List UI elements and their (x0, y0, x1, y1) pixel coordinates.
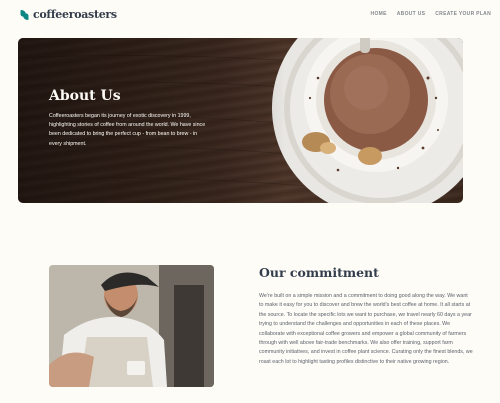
logo[interactable]: coffeeroasters (19, 8, 117, 21)
page-title: About Us (49, 88, 121, 104)
site-header: coffeeroasters HOME ABOUT US CREATE YOUR… (0, 0, 500, 30)
barista-illustration (49, 265, 214, 387)
nav-create-your-plan[interactable]: CREATE YOUR PLAN (435, 11, 491, 17)
commitment-title: Our commitment (259, 265, 379, 280)
nav-about-us[interactable]: ABOUT US (397, 11, 426, 17)
barista-pouring-coffee-photo (49, 265, 214, 387)
hero-description: Coffeeroasters began its journey of exot… (49, 113, 206, 147)
about-hero: About Us Coffeeroasters began its journe… (18, 38, 463, 203)
main-nav: HOME ABOUT US CREATE YOUR PLAN (371, 11, 491, 17)
commitment-description: We’re built on a simple mission and a co… (259, 293, 473, 365)
nav-home[interactable]: HOME (371, 11, 387, 17)
coffee-bean-logo-icon (20, 9, 29, 20)
brand-name: coffeeroasters (33, 8, 117, 21)
